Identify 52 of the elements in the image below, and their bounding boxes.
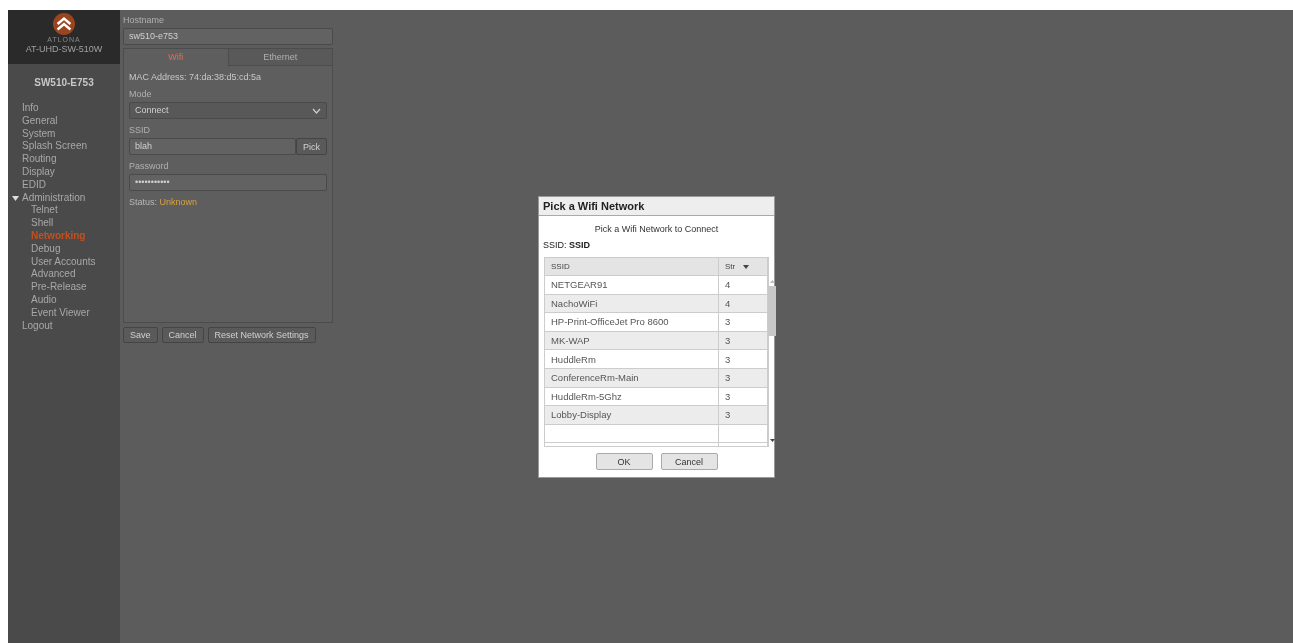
sidebar-item[interactable]: Display	[22, 166, 55, 179]
sidebar-item[interactable]: EDID	[22, 178, 46, 192]
dialog-button[interactable]: OK	[595, 453, 653, 471]
sidebar-item[interactable]: Administration	[22, 191, 86, 205]
network-row[interactable]: NETGEAR91 4	[545, 276, 768, 295]
password-label: Password	[129, 161, 170, 171]
network-row[interactable]: HP-Print-OfficeJet Pro 8600 3	[545, 313, 768, 332]
sidebar-item[interactable]: Logout	[22, 319, 53, 333]
expand-caret-icon[interactable]	[12, 195, 19, 201]
dialog-subtitle: Pick a Wifi Network to Connect	[593, 224, 720, 234]
chevron-logo-icon	[53, 13, 75, 35]
mac-address-text: MAC Address: 74:da:38:d5:cd:5a	[129, 72, 263, 82]
pick-button[interactable]: Pick	[296, 138, 327, 155]
device-name: SW510-E753	[33, 77, 95, 88]
sidebar-item[interactable]: Audio	[22, 293, 120, 307]
sidebar-item[interactable]: Event Viewer	[22, 306, 120, 320]
form-button[interactable]: Reset Network Settings	[207, 327, 316, 343]
ssid-label: SSID	[129, 125, 151, 135]
sidebar-item[interactable]: Shell	[22, 217, 120, 230]
hostname-field[interactable]: sw510-e753	[123, 28, 333, 45]
form-button[interactable]: Cancel	[161, 327, 204, 343]
sidebar-item[interactable]: System	[22, 127, 56, 141]
hostname-label: Hostname	[123, 15, 166, 25]
network-row[interactable]: HuddleRm 3	[545, 350, 768, 369]
sort-caret-icon[interactable]	[743, 264, 750, 269]
sidebar-item[interactable]: General	[22, 114, 58, 128]
model-name: AT-UHD-SW-510W	[25, 44, 103, 54]
sidebar-item[interactable]: Debug	[22, 242, 120, 256]
chevron-down-icon	[312, 107, 321, 114]
sidebar-item[interactable]: User Accounts	[22, 255, 120, 269]
scroll-up-icon[interactable]	[769, 280, 775, 283]
status-value: Unknown	[159, 197, 198, 207]
status-label: Status:	[129, 197, 157, 207]
mode-dropdown[interactable]: Connect	[129, 102, 327, 119]
tab[interactable]: Ethernet	[227, 49, 332, 66]
dialog-title: Pick a Wifi Network	[539, 197, 774, 216]
sidebar-item[interactable]: Telnet	[22, 204, 120, 218]
column-header[interactable]: SSID	[545, 258, 719, 275]
sidebar-item[interactable]: Advanced	[22, 268, 120, 282]
scroll-down-icon[interactable]	[769, 439, 775, 443]
sidebar-item[interactable]: Splash Screen	[22, 140, 88, 154]
column-header[interactable]: Str	[719, 258, 768, 275]
dialog-button[interactable]: Cancel	[660, 453, 718, 471]
ssid-field[interactable]: blah	[129, 138, 296, 155]
sidebar-item[interactable]: Pre-Release	[22, 281, 120, 294]
sidebar-item[interactable]: Routing	[22, 153, 57, 166]
sidebar-item[interactable]: Info	[22, 102, 39, 115]
selected-ssid-text: SSID: SSID	[542, 240, 592, 250]
network-row[interactable]: Lobby-Display 3	[545, 406, 768, 425]
mode-label: Mode	[129, 89, 153, 99]
password-field[interactable]: •••••••••••	[129, 174, 327, 191]
form-button[interactable]: Save	[123, 327, 158, 343]
